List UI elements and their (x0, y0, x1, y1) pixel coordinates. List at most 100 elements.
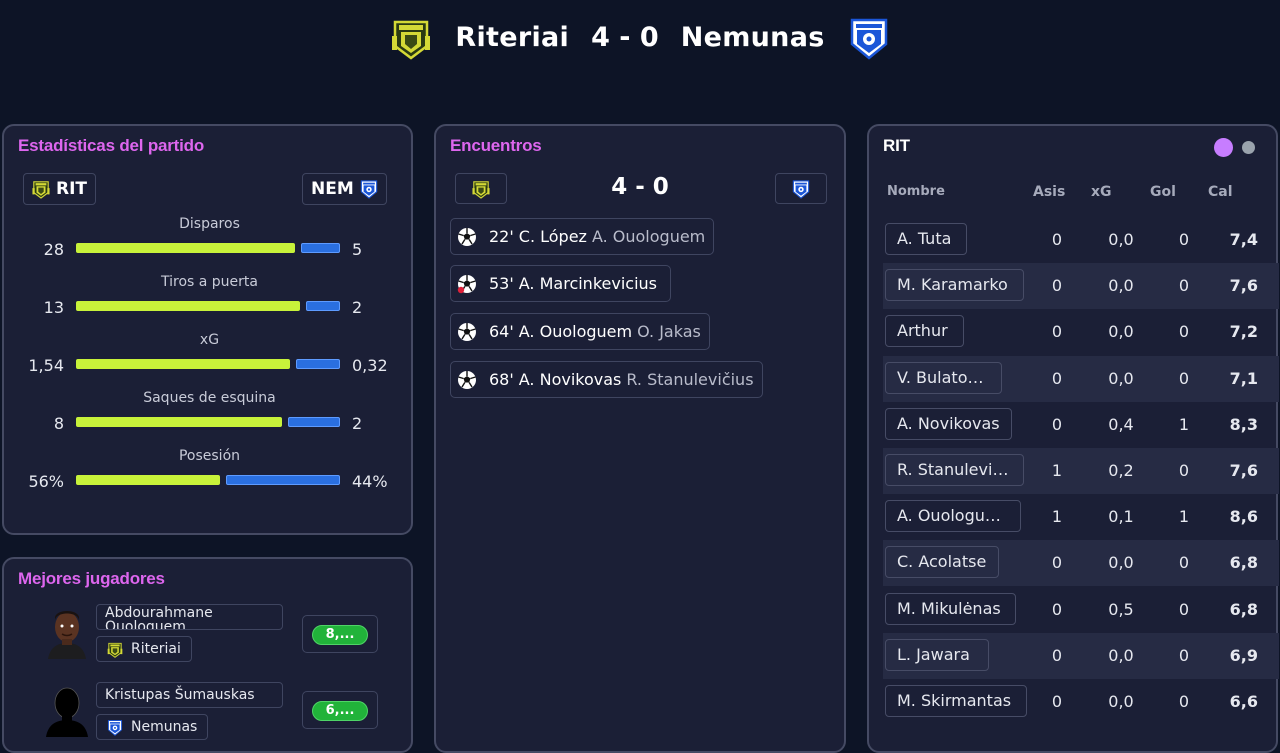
stat-row: Posesión 56% 44% (4, 448, 415, 506)
page-dot-inactive[interactable] (1242, 141, 1255, 154)
player-assists: 0 (1051, 599, 1063, 619)
player-silhouette-avatar (46, 687, 88, 737)
player-row[interactable]: A. Tuta 0 0,0 0 7,4 (883, 217, 1279, 263)
goal-event[interactable]: 53' A. Marcinkevicius (450, 265, 671, 302)
player-club-name: Riteriai (131, 641, 181, 657)
player-row[interactable]: M. Skirmantas 0 0,0 0 6,6 (883, 679, 1279, 725)
stat-home-value: 13 (43, 298, 64, 317)
player-row[interactable]: L. Jawara 0 0,0 0 6,9 (883, 632, 1279, 679)
player-name[interactable]: V. Bulatović (885, 361, 1002, 394)
player-rating: 7,6 (1229, 276, 1258, 296)
away-team-tag[interactable]: NEM (302, 173, 387, 205)
stat-home-value: 56% (28, 472, 64, 491)
player-rating: 8,... (312, 625, 368, 645)
stat-away-value: 44% (352, 472, 388, 491)
player-assists: 0 (1051, 645, 1063, 665)
best-player-row[interactable]: Abdourahmane Ouologuem Riteriai 8,... (4, 601, 415, 671)
player-xg: 0,0 (1108, 553, 1134, 573)
home-stat-bar (76, 359, 290, 369)
player-row[interactable]: M. Karamarko 0 0,0 0 7,6 (883, 263, 1279, 310)
column-header-goals[interactable]: Gol (1150, 184, 1176, 200)
away-stat-bar (306, 301, 340, 311)
event-assist: O. Jakas (637, 322, 701, 341)
column-header-xg[interactable]: xG (1091, 184, 1112, 200)
column-header-rating[interactable]: Cal (1208, 184, 1233, 200)
event-minute: 53' (489, 274, 514, 293)
home-stat-bar (76, 243, 295, 253)
player-club-name: Nemunas (131, 719, 198, 735)
home-stat-bar (76, 301, 300, 311)
player-xg: 0,0 (1108, 692, 1134, 711)
player-goals: 0 (1178, 692, 1190, 711)
encounters-panel: Encuentros 4 - 0 22' C. López A. Ouologu… (434, 124, 846, 753)
stat-label: Saques de esquina (143, 390, 276, 406)
event-minute: 22' (489, 227, 514, 246)
player-row[interactable]: A. Ouologuem 1 0,1 1 8,6 (883, 494, 1279, 540)
player-xg: 0,1 (1108, 507, 1134, 527)
page-dot-active[interactable] (1214, 138, 1233, 157)
event-assist: R. Stanulevičius (626, 370, 754, 389)
event-scorer: A. Marcinkevicius (518, 274, 657, 293)
riteriai-crest-icon (107, 641, 123, 658)
player-name[interactable]: L. Jawara (885, 638, 989, 671)
best-players-panel: Mejores jugadores Abdourahmane Ouologuem… (2, 557, 413, 753)
panel-title: Encuentros (450, 136, 542, 155)
nemunas-crest-icon (792, 179, 810, 199)
column-header-assists[interactable]: Asis (1033, 184, 1065, 200)
player-name[interactable]: C. Acolatse (885, 546, 999, 579)
player-name[interactable]: M. Mikulėnas (885, 592, 1016, 625)
player-rating: 6,8 (1229, 599, 1258, 619)
away-team-name: Nemunas (680, 22, 825, 53)
riteriai-crest-icon (32, 179, 50, 199)
player-name[interactable]: R. Stanulevičius (885, 454, 1024, 486)
match-stats-panel: Estadísticas del partido RIT NEM Disparo… (2, 124, 413, 535)
home-stat-bar (76, 475, 220, 485)
player-row[interactable]: A. Novikovas 0 0,4 1 8,3 (883, 402, 1279, 448)
event-scorer: C. López (518, 227, 587, 246)
player-rating: 7,1 (1229, 368, 1258, 388)
player-row[interactable]: V. Bulatović 0 0,0 0 7,1 (883, 355, 1279, 402)
goal-event[interactable]: 22' C. López A. Ouologuem (450, 218, 715, 255)
player-name[interactable]: Arthur (885, 315, 964, 348)
stat-home-value: 1,54 (28, 356, 64, 375)
home-team-tag[interactable]: RIT (23, 173, 97, 205)
riteriai-crest-icon (391, 16, 431, 60)
match-score: 4 - 0 (591, 22, 659, 53)
player-row[interactable]: Arthur 0 0,0 0 7,2 (883, 309, 1279, 355)
player-name[interactable]: A. Novikovas (885, 407, 1012, 440)
player-row[interactable]: C. Acolatse 0 0,0 0 6,8 (883, 540, 1279, 587)
player-name[interactable]: A. Tuta (885, 223, 967, 255)
player-goals: 0 (1178, 599, 1190, 619)
player-avatar (48, 611, 86, 659)
player-name[interactable]: A. Ouologuem (885, 500, 1021, 533)
player-xg: 0,0 (1108, 230, 1134, 249)
match-header: Riteriai 4 - 0 Nemunas (0, 0, 1280, 75)
player-row[interactable]: R. Stanulevičius 1 0,2 0 7,6 (883, 448, 1279, 494)
home-team-abbr: RIT (56, 179, 88, 199)
away-stat-bar (288, 417, 340, 427)
stat-home-value: 8 (53, 414, 64, 433)
event-scorer: A. Novikovas (518, 370, 622, 389)
player-row[interactable]: M. Mikulėnas 0 0,5 0 6,8 (883, 587, 1279, 633)
player-assists: 0 (1051, 276, 1063, 296)
goal-event[interactable]: 68' A. Novikovas R. Stanulevičius (450, 361, 763, 398)
player-name[interactable]: M. Karamarko (885, 269, 1024, 302)
panel-title: Mejores jugadores (18, 569, 165, 588)
player-xg: 0,0 (1108, 322, 1134, 342)
player-club: Riteriai (96, 636, 192, 662)
goal-event[interactable]: 64' A. Ouologuem O. Jakas (450, 313, 710, 350)
column-header-name[interactable]: Nombre (887, 184, 945, 199)
event-minute: 68' (489, 370, 514, 389)
stat-label: Disparos (179, 216, 240, 232)
stat-label: Tiros a puerta (161, 274, 258, 290)
stat-row: Disparos 28 5 (4, 216, 415, 274)
player-name[interactable]: M. Skirmantas (885, 685, 1027, 717)
event-scorer: A. Ouologuem (518, 322, 633, 341)
best-player-row[interactable]: Kristupas Šumauskas Nemunas 6,... (4, 679, 415, 749)
away-crest-box[interactable] (775, 173, 827, 204)
panel-title: Estadísticas del partido (18, 136, 205, 155)
stat-away-value: 5 (352, 240, 363, 259)
player-assists: 0 (1051, 230, 1063, 249)
player-assists: 0 (1051, 692, 1063, 711)
player-goals: 0 (1178, 461, 1190, 480)
